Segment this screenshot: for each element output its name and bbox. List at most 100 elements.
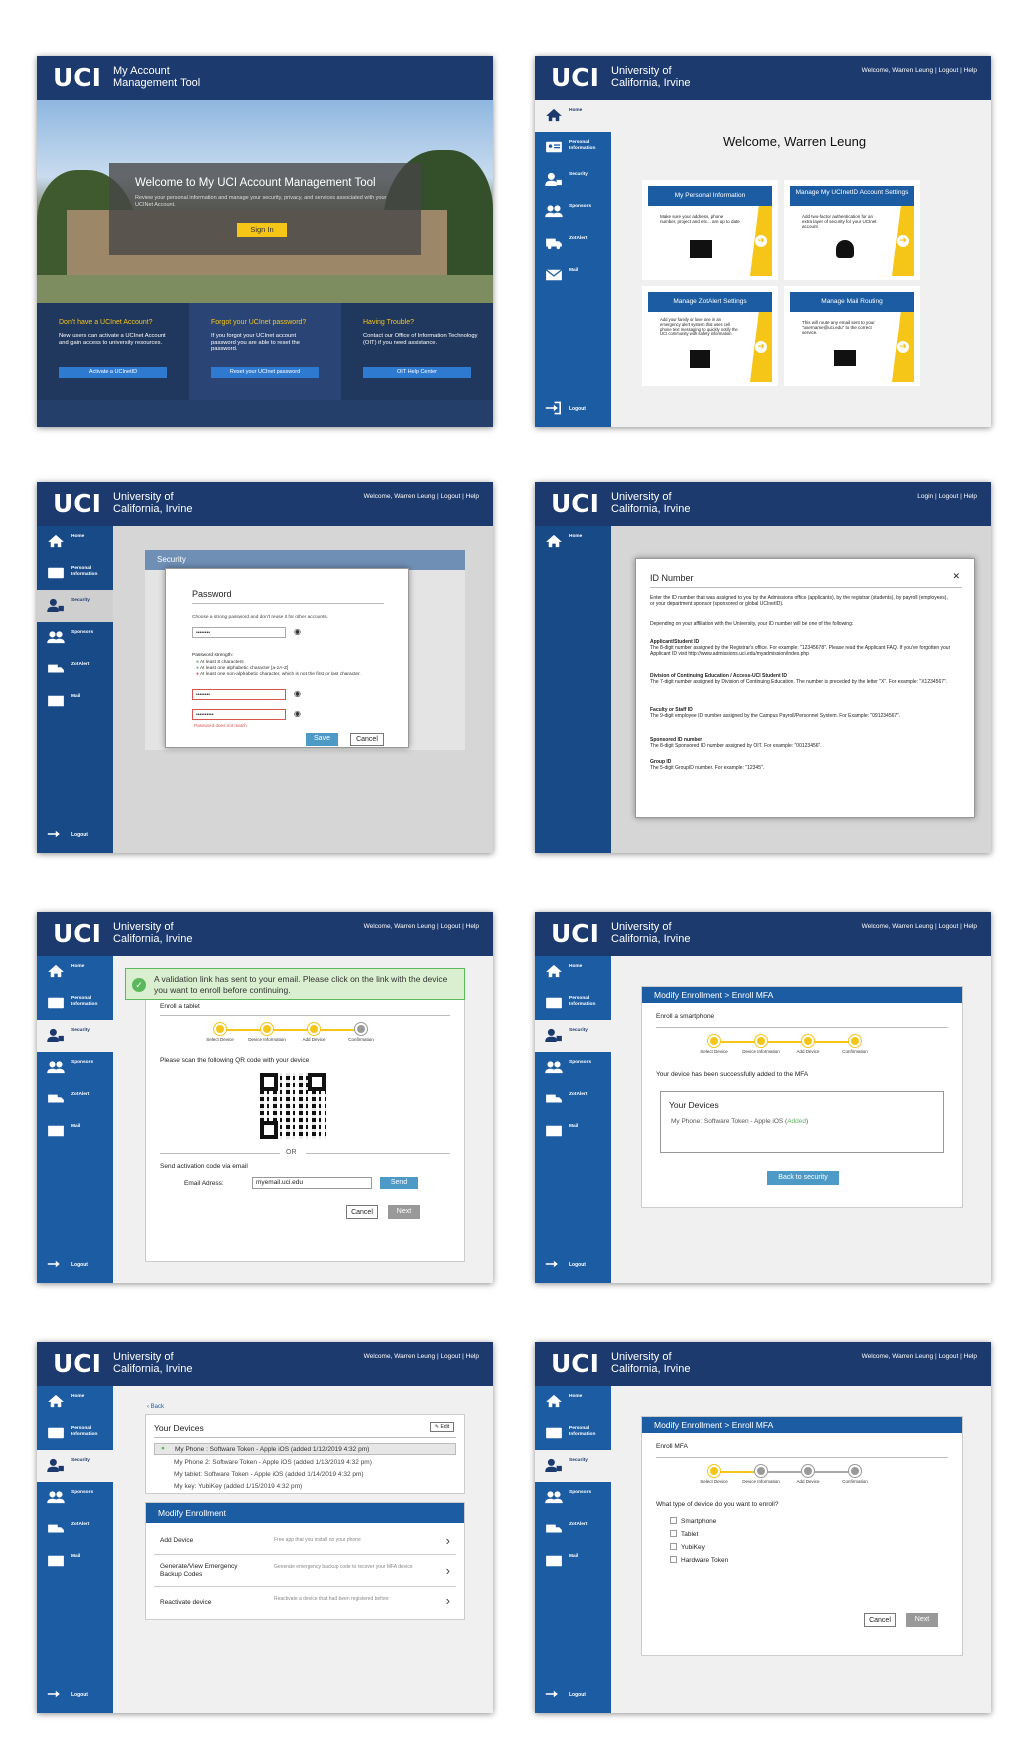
sidebar-item-personal[interactable]: Personal Information [535, 988, 611, 1020]
header-links[interactable]: Welcome, Warren Leung | Logout | Help [862, 923, 977, 930]
sidebar-item-mail[interactable]: Mail [37, 686, 113, 718]
sign-in-button[interactable]: Sign In [237, 223, 287, 237]
sidebar-item-personal[interactable]: Personal Information [535, 132, 611, 164]
next-button[interactable]: Next [906, 1613, 938, 1627]
sidebar-item-mail[interactable]: Mail [37, 1116, 113, 1148]
email-input[interactable]: myemail.uci.edu [252, 1177, 372, 1189]
uci-logo: UCI [53, 63, 101, 92]
sidebar-item-security[interactable]: Security [37, 590, 113, 622]
sidebar-item-home[interactable]: Home [535, 1386, 611, 1418]
sidebar-item-personal[interactable]: Personal Information [37, 988, 113, 1020]
tile-mail-routing[interactable]: Manage Mail Routing This will route any … [784, 286, 920, 386]
sidebar-item-home[interactable]: Home [535, 956, 611, 988]
header-links[interactable]: Welcome, Warren Leung | Logout | Help [364, 493, 479, 500]
arrow-right-icon: ➜ [755, 341, 767, 353]
header-links[interactable]: Welcome, Warren Leung | Logout | Help [862, 1353, 977, 1360]
device-row[interactable]: My key: YubiKey (added 1/15/2019 4:32 pm… [174, 1483, 302, 1490]
sidebar-item-mail[interactable]: Mail [535, 260, 611, 292]
help-center-button[interactable]: OIT Help Center [363, 367, 471, 378]
confirm-password-input[interactable]: •••••••••• [192, 709, 286, 720]
header-links[interactable]: Welcome, Warren Leung | Logout | Help [364, 923, 479, 930]
tile-account-settings[interactable]: Manage My UCInetID Account Settings Add … [784, 180, 920, 280]
sidebar-logout[interactable]: Logout [37, 823, 113, 847]
sidebar-item-sponsors[interactable]: Sponsors [535, 1482, 611, 1514]
new-password-input[interactable]: •••••••• [192, 689, 286, 700]
sidebar-item-security[interactable]: Security [535, 1450, 611, 1482]
col-activate: Don't have a UCInet Account? New users c… [37, 303, 189, 400]
option-yubikey[interactable]: YubiKey [670, 1543, 705, 1551]
arrow-right-icon: ➜ [897, 235, 909, 247]
activate-button[interactable]: Activate a UCInetID [59, 367, 167, 378]
reset-password-button[interactable]: Reset your UCInet password [211, 367, 319, 378]
show-password-icon[interactable]: ◉ [294, 689, 301, 698]
tile-zotalert[interactable]: Manage ZotAlert Settings Add your family… [642, 286, 778, 386]
header-links[interactable]: Welcome, Warren Leung | Logout | Help [862, 67, 977, 74]
id-card-icon [47, 996, 65, 1010]
sidebar-item-zotalert[interactable]: ZotAlert [37, 654, 113, 686]
id-type-faculty: Faculty or Staff ID The 9-digit employee … [650, 707, 901, 719]
option-smartphone[interactable]: Smartphone [670, 1517, 716, 1525]
sidebar-item-mail[interactable]: Mail [535, 1116, 611, 1148]
mail-icon [47, 1124, 65, 1138]
sidebar-item-home[interactable]: Home [37, 956, 113, 988]
sidebar-item-personal[interactable]: Personal Information [37, 558, 113, 590]
sidebar-item-sponsors[interactable]: Sponsors [535, 196, 611, 228]
sidebar-item-mail[interactable]: Mail [535, 1546, 611, 1578]
device-row[interactable]: My tablet: Software Token - Apple iOS (a… [174, 1471, 364, 1478]
sidebar-item-mail[interactable]: Mail [37, 1546, 113, 1578]
sidebar-logout[interactable]: Logout [535, 1253, 611, 1277]
header: UCI University of California, Irvine Logi… [535, 482, 991, 526]
show-password-icon[interactable]: ◉ [294, 709, 301, 718]
step-device-info [755, 1035, 767, 1047]
back-link[interactable]: ‹ Back [147, 1404, 164, 1410]
sidebar: Home [535, 526, 611, 853]
sidebar-item-personal[interactable]: Personal Information [37, 1418, 113, 1450]
password-input[interactable]: •••••••• [192, 627, 286, 638]
send-button[interactable]: Send [380, 1177, 418, 1189]
sidebar-item-personal[interactable]: Personal Information [535, 1418, 611, 1450]
close-icon[interactable]: ✕ [952, 571, 960, 582]
edit-button[interactable]: ✎ Edit [430, 1422, 454, 1432]
sidebar-item-zotalert[interactable]: ZotAlert [37, 1084, 113, 1116]
sidebar-item-security[interactable]: Security [535, 1020, 611, 1052]
sidebar-item-sponsors[interactable]: Sponsors [37, 622, 113, 654]
sidebar-item-zotalert[interactable]: ZotAlert [37, 1514, 113, 1546]
id-type-sponsored: Sponsored ID number The 8-digit Sponsored… [650, 737, 822, 749]
sidebar-logout[interactable]: Logout [37, 1683, 113, 1707]
header-links[interactable]: Login | Logout | Help [917, 493, 977, 500]
sidebar-item-sponsors[interactable]: Sponsors [37, 1052, 113, 1084]
add-device-row[interactable]: Add Device Free app that you install on … [154, 1527, 456, 1555]
header-links[interactable]: Welcome, Warren Leung | Logout | Help [364, 1353, 479, 1360]
sidebar-item-home[interactable]: Home [37, 526, 113, 558]
sidebar-item-home[interactable]: Home [37, 1386, 113, 1418]
backup-codes-row[interactable]: Generate/View Emergency Backup Codes Gen… [154, 1555, 456, 1587]
sidebar-item-security[interactable]: Security [535, 164, 611, 196]
device-row[interactable]: My Phone 2: Software Token - Apple iOS (… [174, 1459, 372, 1466]
cancel-button[interactable]: Cancel [864, 1613, 896, 1627]
sidebar-item-sponsors[interactable]: Sponsors [535, 1052, 611, 1084]
cancel-button[interactable]: Cancel [350, 733, 384, 746]
header: UCI University of California, Irvine Welc… [37, 912, 493, 956]
sidebar-item-home[interactable]: Home [535, 526, 611, 558]
sidebar-item-zotalert[interactable]: ZotAlert [535, 1514, 611, 1546]
sidebar-logout[interactable]: Logout [37, 1253, 113, 1277]
option-hardware-token[interactable]: Hardware Token [670, 1556, 728, 1564]
sidebar-item-security[interactable]: Security [37, 1020, 113, 1052]
save-button[interactable]: Save [306, 733, 338, 746]
back-to-security-button[interactable]: Back to security [767, 1171, 839, 1185]
reactivate-row[interactable]: Reactivate device Reactivate a device th… [154, 1587, 456, 1615]
option-tablet[interactable]: Tablet [670, 1530, 698, 1538]
sidebar-logout[interactable]: Logout [535, 397, 611, 421]
show-password-icon[interactable]: ◉ [294, 627, 301, 636]
sidebar-item-home[interactable]: Home [535, 100, 611, 132]
next-button[interactable]: Next [388, 1205, 420, 1219]
tile-personal[interactable]: My Personal Information Make sure your a… [642, 180, 778, 280]
sidebar-item-security[interactable]: Security [37, 1450, 113, 1482]
sidebar-item-zotalert[interactable]: ZotAlert [535, 228, 611, 260]
sidebar-item-sponsors[interactable]: Sponsors [37, 1482, 113, 1514]
cancel-button[interactable]: Cancel [346, 1205, 378, 1219]
device-row[interactable]: ● My Phone : Software Token - Apple iOS (… [154, 1443, 456, 1455]
user-lock-icon [47, 1458, 65, 1472]
sidebar-item-zotalert[interactable]: ZotAlert [535, 1084, 611, 1116]
sidebar-logout[interactable]: Logout [535, 1683, 611, 1707]
